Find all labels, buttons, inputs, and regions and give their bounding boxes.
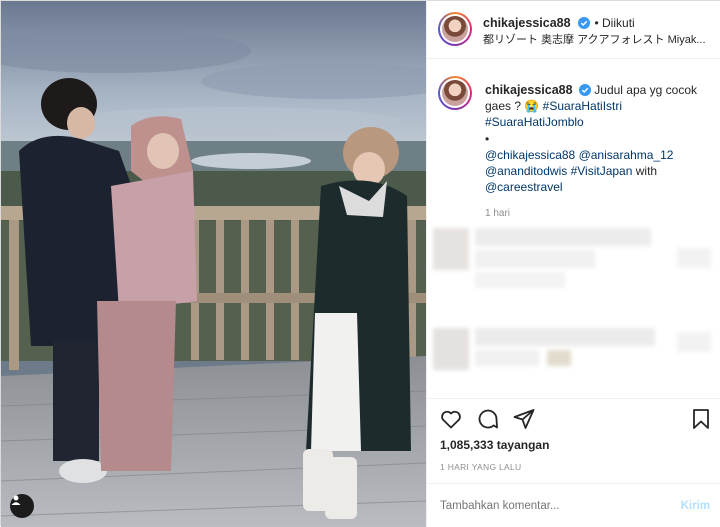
post-caption: chikajessica88 Judul apa yg cocok gaes ?…: [485, 82, 711, 195]
add-comment-bar: Kirim: [427, 483, 720, 526]
mention-link[interactable]: @ananditodwis: [485, 164, 567, 178]
post-timestamp[interactable]: 1 HARI YANG LALU: [440, 462, 522, 472]
view-count[interactable]: 1,085,333 tayangan: [440, 438, 549, 452]
follow-status[interactable]: • Diikuti: [594, 16, 634, 30]
hashtag-link[interactable]: #VisitJapan: [571, 164, 633, 178]
caption-with: with: [635, 164, 658, 179]
heart-icon[interactable]: [439, 407, 463, 431]
post-comment-button[interactable]: Kirim: [681, 500, 710, 512]
mention-link[interactable]: @anisarahma_12: [579, 148, 674, 162]
post-side-panel: chikajessica88 • Diikuti 都リゾート 奥志摩 アクアフォ…: [426, 1, 720, 527]
mention-link[interactable]: @chikajessica88: [485, 148, 575, 162]
author-username[interactable]: chikajessica88: [483, 16, 571, 30]
crying-emoji: 😭: [524, 99, 540, 114]
mention-link[interactable]: @careestravel: [485, 180, 563, 194]
comment-input[interactable]: [440, 500, 660, 512]
caption-time: 1 hari: [485, 208, 511, 219]
caption-username[interactable]: chikajessica88: [485, 83, 573, 97]
caption-bullet: •: [485, 131, 490, 146]
video-frame-scene: [1, 1, 426, 527]
blurred-comment-like: [677, 248, 711, 268]
verified-badge-icon: [578, 17, 591, 29]
blurred-comment-avatar: [433, 228, 469, 270]
bookmark-icon[interactable]: [689, 407, 713, 431]
caption-author-avatar[interactable]: [438, 76, 472, 110]
post-video[interactable]: [1, 1, 426, 527]
author-avatar[interactable]: [438, 12, 472, 46]
blurred-comment-avatar: [433, 328, 469, 370]
user-tag-icon[interactable]: [10, 494, 34, 518]
post-actions: 1,085,333 tayangan 1 HARI YANG LALU Kiri…: [427, 398, 720, 525]
blurred-comment-text: [475, 328, 655, 346]
blurred-comment-like: [677, 332, 711, 352]
hashtag-link[interactable]: #SuaraHatiIstri: [543, 99, 622, 113]
blurred-comment-text: [475, 250, 595, 268]
header-title-row: chikajessica88 • Diikuti: [483, 14, 635, 32]
blurred-comment-text: [547, 350, 571, 366]
blurred-comment-text: [475, 272, 565, 288]
instagram-post-window: chikajessica88 • Diikuti 都リゾート 奥志摩 アクアフォ…: [0, 0, 720, 527]
blurred-comment-text: [475, 350, 539, 366]
post-location[interactable]: 都リゾート 奥志摩 アクアフォレスト Miyak...: [483, 31, 715, 47]
verified-badge-icon: [578, 84, 591, 96]
post-header: chikajessica88 • Diikuti 都リゾート 奥志摩 アクアフォ…: [427, 1, 720, 59]
comment-bubble-icon[interactable]: [476, 407, 500, 431]
hashtag-link[interactable]: #SuaraHatiJomblo: [485, 115, 584, 129]
blurred-comment-text: [475, 228, 651, 246]
comments-section[interactable]: chikajessica88 Judul apa yg cocok gaes ?…: [427, 60, 720, 398]
paper-plane-icon[interactable]: [512, 407, 536, 431]
